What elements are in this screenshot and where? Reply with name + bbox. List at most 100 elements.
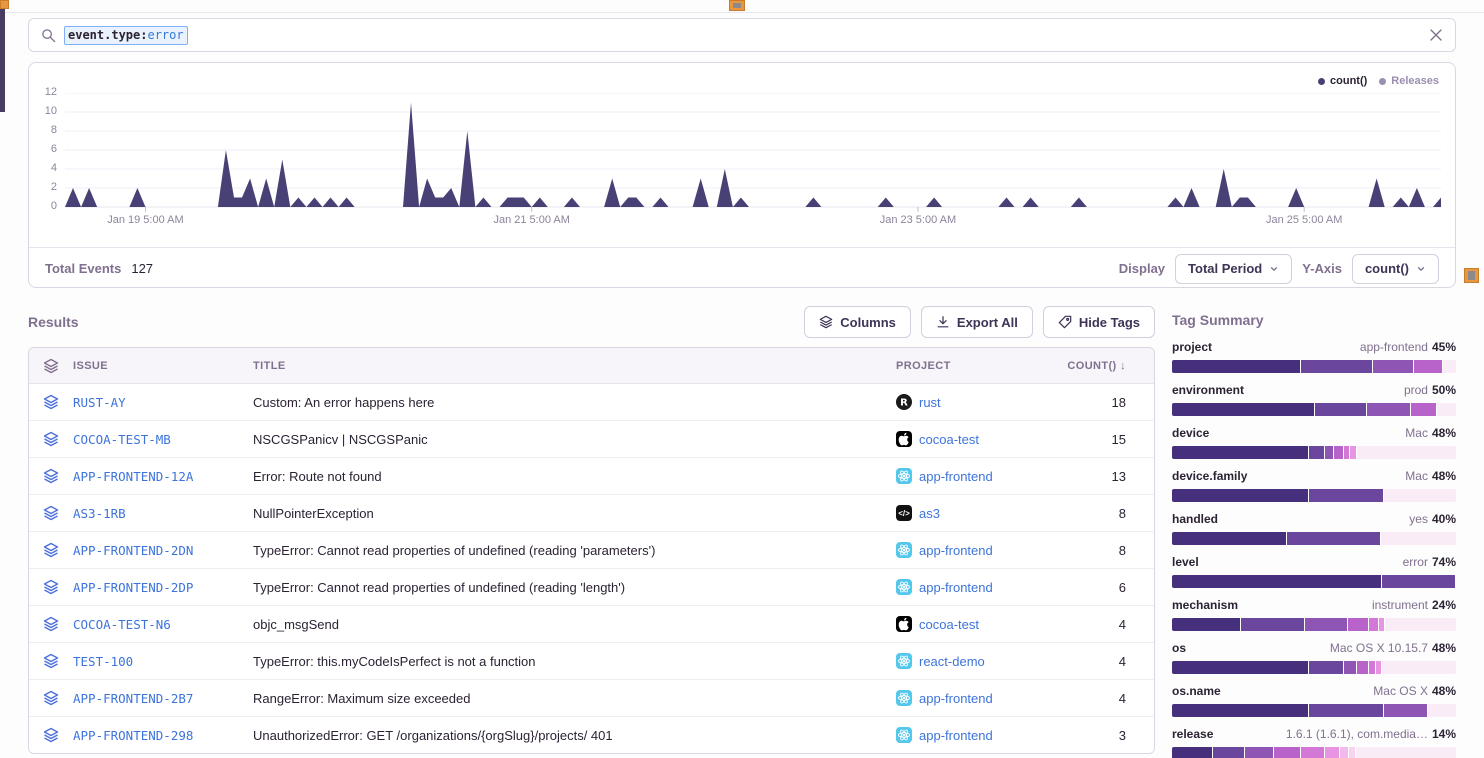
table-row[interactable]: APP-FRONTEND-12A Error: Route not found … — [29, 458, 1154, 495]
tag-segment[interactable] — [1301, 747, 1324, 758]
area-chart[interactable] — [65, 93, 1441, 219]
columns-button[interactable]: Columns — [804, 306, 911, 338]
tag-segment[interactable] — [1309, 704, 1383, 717]
tag-segment[interactable] — [1382, 575, 1455, 588]
project-link[interactable]: app-frontend — [896, 542, 1016, 558]
tag-segment[interactable] — [1309, 489, 1383, 502]
column-header-project[interactable]: PROJECT — [896, 360, 1016, 372]
tag-distribution-bar[interactable] — [1172, 489, 1456, 502]
tag-segment[interactable] — [1305, 618, 1348, 631]
tag-segment[interactable] — [1172, 618, 1240, 631]
tag-segment[interactable] — [1241, 618, 1303, 631]
tag-distribution-bar[interactable] — [1172, 446, 1456, 459]
tag-segment[interactable] — [1367, 403, 1410, 416]
issue-link[interactable]: APP-FRONTEND-2B7 — [73, 691, 253, 706]
tag-segment[interactable] — [1369, 661, 1375, 674]
tag-segment[interactable] — [1172, 661, 1308, 674]
tag-distribution-bar[interactable] — [1172, 661, 1456, 674]
column-header-count[interactable]: COUNT() ↓ — [1016, 360, 1126, 372]
tag-distribution-bar[interactable] — [1172, 618, 1456, 631]
project-link[interactable]: react-demo — [896, 653, 1016, 669]
tag-segment[interactable] — [1334, 446, 1343, 459]
tag-segment[interactable] — [1369, 618, 1378, 631]
tag-segment[interactable] — [1287, 532, 1381, 545]
tag-distribution-bar[interactable] — [1172, 360, 1456, 373]
tag-segment[interactable] — [1301, 360, 1372, 373]
tag-segment[interactable] — [1325, 446, 1334, 459]
tag-segment[interactable] — [1376, 661, 1382, 674]
table-row[interactable]: APP-FRONTEND-2B7 RangeError: Maximum siz… — [29, 680, 1154, 717]
tag-segment-other — [1443, 360, 1456, 373]
tag-segment[interactable] — [1309, 446, 1323, 459]
hide-tags-button[interactable]: Hide Tags — [1043, 306, 1155, 338]
project-link[interactable]: app-frontend — [896, 579, 1016, 595]
table-row[interactable]: APP-FRONTEND-298 UnauthorizedError: GET … — [29, 717, 1154, 753]
count-value: 8 — [1016, 506, 1126, 521]
tag-segment[interactable] — [1344, 446, 1350, 459]
table-row[interactable]: AS3-1RB NullPointerException </>as3 8 — [29, 495, 1154, 532]
issue-link[interactable]: RUST-AY — [73, 395, 253, 410]
table-row[interactable]: COCOA-TEST-N6 objc_msgSend cocoa-test 4 — [29, 606, 1154, 643]
search-query-token[interactable]: event.type:error — [64, 26, 188, 45]
tag-segment[interactable] — [1325, 747, 1339, 758]
tag-segment[interactable] — [1172, 532, 1286, 545]
project-link[interactable]: app-frontend — [896, 468, 1016, 484]
tag-segment[interactable] — [1349, 747, 1355, 758]
project-link[interactable]: app-frontend — [896, 727, 1016, 743]
tag-segment[interactable] — [1344, 661, 1355, 674]
legend-releases[interactable]: Releases — [1379, 75, 1439, 87]
tag-segment[interactable] — [1348, 618, 1368, 631]
issue-link[interactable]: APP-FRONTEND-298 — [73, 728, 253, 743]
tag-distribution-bar[interactable] — [1172, 575, 1456, 588]
tag-segment[interactable] — [1172, 704, 1308, 717]
tag-segment[interactable] — [1274, 747, 1300, 758]
table-row[interactable]: TEST-100 TypeError: this.myCodeIsPerfect… — [29, 643, 1154, 680]
project-link[interactable]: cocoa-test — [896, 616, 1016, 632]
issue-link[interactable]: TEST-100 — [73, 654, 253, 669]
tag-segment[interactable] — [1245, 747, 1273, 758]
tag-segment[interactable] — [1384, 704, 1427, 717]
search-bar[interactable]: event.type:error — [28, 18, 1456, 52]
issue-link[interactable]: COCOA-TEST-MB — [73, 432, 253, 447]
search-clear-icon[interactable] — [1429, 28, 1443, 42]
issue-link[interactable]: APP-FRONTEND-2DP — [73, 580, 253, 595]
table-row[interactable]: APP-FRONTEND-2DN TypeError: Cannot read … — [29, 532, 1154, 569]
tag-segment[interactable] — [1350, 446, 1356, 459]
table-row[interactable]: APP-FRONTEND-2DP TypeError: Cannot read … — [29, 569, 1154, 606]
export-all-button[interactable]: Export All — [921, 306, 1033, 338]
tag-segment[interactable] — [1414, 360, 1442, 373]
column-header-title[interactable]: TITLE — [253, 360, 896, 372]
tag-segment[interactable] — [1315, 403, 1366, 416]
tag-distribution-bar[interactable] — [1172, 532, 1456, 545]
tag-segment[interactable] — [1172, 446, 1308, 459]
tag-segment[interactable] — [1309, 661, 1343, 674]
display-dropdown[interactable]: Total Period — [1175, 254, 1292, 284]
tag-segment[interactable] — [1379, 618, 1385, 631]
tag-segment[interactable] — [1172, 747, 1212, 758]
column-header-issue[interactable]: ISSUE — [73, 360, 253, 372]
tag-distribution-bar[interactable] — [1172, 747, 1456, 758]
issue-link[interactable]: APP-FRONTEND-2DN — [73, 543, 253, 558]
project-link[interactable]: </>as3 — [896, 505, 1016, 521]
tag-segment[interactable] — [1357, 661, 1368, 674]
tag-segment[interactable] — [1411, 403, 1437, 416]
tag-segment[interactable] — [1373, 360, 1413, 373]
project-link[interactable]: app-frontend — [896, 690, 1016, 706]
tag-distribution-bar[interactable] — [1172, 704, 1456, 717]
tag-segment[interactable] — [1172, 360, 1300, 373]
issue-link[interactable]: COCOA-TEST-N6 — [73, 617, 253, 632]
tag-segment[interactable] — [1172, 489, 1308, 502]
tag-segment[interactable] — [1172, 575, 1381, 588]
issue-link[interactable]: APP-FRONTEND-12A — [73, 469, 253, 484]
tag-segment[interactable] — [1213, 747, 1244, 758]
table-row[interactable]: COCOA-TEST-MB NSCGSPanicv | NSCGSPanic c… — [29, 421, 1154, 458]
issue-link[interactable]: AS3-1RB — [73, 506, 253, 521]
project-link[interactable]: Rrust — [896, 394, 1016, 410]
legend-count[interactable]: count() — [1318, 75, 1367, 87]
yaxis-dropdown[interactable]: count() — [1352, 254, 1439, 284]
tag-distribution-bar[interactable] — [1172, 403, 1456, 416]
tag-segment[interactable] — [1340, 747, 1349, 758]
project-link[interactable]: cocoa-test — [896, 431, 1016, 447]
tag-segment[interactable] — [1172, 403, 1314, 416]
table-row[interactable]: RUST-AY Custom: An error happens here Rr… — [29, 384, 1154, 421]
